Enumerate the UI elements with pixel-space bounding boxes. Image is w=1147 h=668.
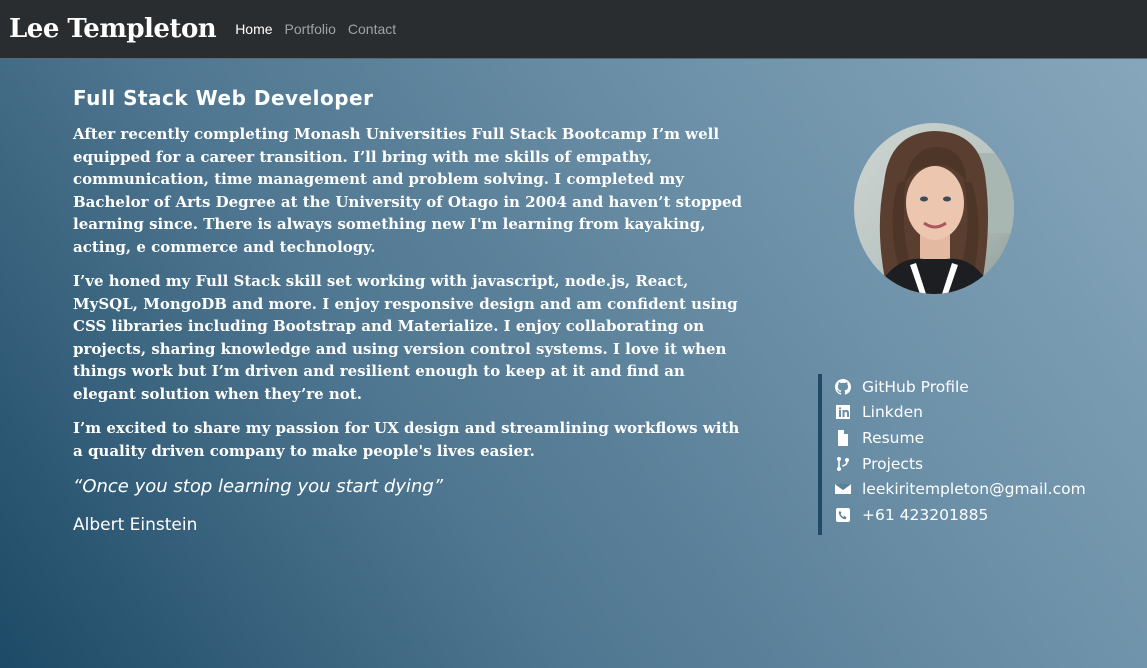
file-icon <box>834 429 852 447</box>
contact-phone-label: +61 423201885 <box>862 505 989 524</box>
nav-link-portfolio[interactable]: Portfolio <box>285 21 336 37</box>
contact-list: GitHub Profile Linkden Resume Projects l… <box>818 374 1118 535</box>
phone-icon <box>834 506 852 524</box>
brand-link[interactable]: Lee Templeton <box>9 14 217 44</box>
about-paragraph-1: After recently completing Monash Univers… <box>73 125 742 256</box>
github-icon <box>834 378 852 396</box>
profile-photo <box>854 123 1014 294</box>
contact-linkedin[interactable]: Linkden <box>834 400 1118 426</box>
contact-phone[interactable]: +61 423201885 <box>834 502 1118 528</box>
contact-resume[interactable]: Resume <box>834 425 1118 451</box>
contact-linkedin-label: Linkden <box>862 403 923 422</box>
contact-github[interactable]: GitHub Profile <box>834 374 1118 400</box>
contact-projects-label: Projects <box>862 454 924 473</box>
envelope-icon <box>834 480 852 498</box>
quote-author: Albert Einstein <box>73 515 198 535</box>
nav-link-contact[interactable]: Contact <box>348 21 396 37</box>
contact-email[interactable]: leekiritempleton@gmail.com <box>834 476 1118 502</box>
navbar: Lee Templeton Home Portfolio Contact <box>0 0 1147 59</box>
about-paragraph-3: I’m excited to share my passion for UX d… <box>73 419 740 460</box>
linkedin-icon <box>834 403 852 421</box>
contact-github-label: GitHub Profile <box>862 377 969 396</box>
contact-resume-label: Resume <box>862 428 925 447</box>
code-branch-icon <box>834 455 852 473</box>
nav-link-home[interactable]: Home <box>235 21 272 37</box>
contact-projects[interactable]: Projects <box>834 451 1118 477</box>
quote-text: “Once you stop learning you start dying” <box>73 476 444 497</box>
about-paragraph-2: I’ve honed my Full Stack skill set worki… <box>73 272 738 403</box>
page-title: Full Stack Web Developer <box>73 86 374 110</box>
contact-email-label: leekiritempleton@gmail.com <box>862 480 1086 499</box>
about-section: Full Stack Web Developer After recently … <box>73 86 743 535</box>
nav-links: Home Portfolio Contact <box>235 21 396 37</box>
